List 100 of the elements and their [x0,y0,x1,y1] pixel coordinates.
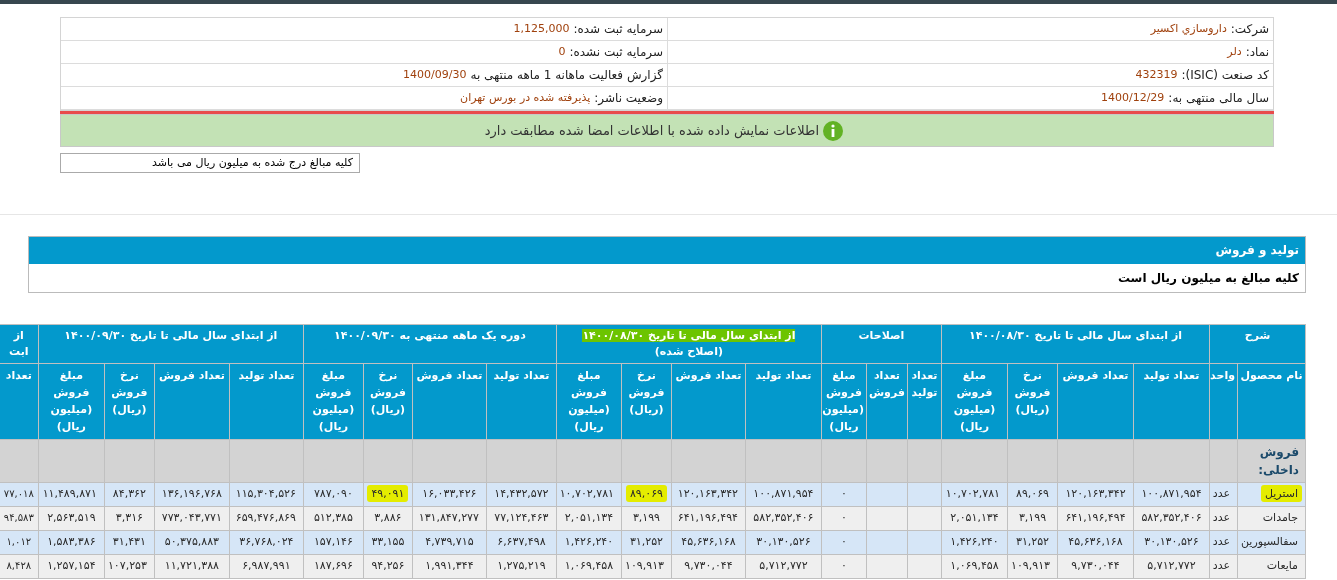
field-value: 1400/09/30 [403,66,467,83]
table-cell-text: ۶۴۱,۱۹۶,۴۹۴ [1064,510,1127,527]
column-header: نرخ فروش (ریال) [1007,363,1058,440]
table-cell-text: ۰ [840,486,848,503]
table-cell: ۷۷,۰۱۸ [3,488,34,500]
table-cell-text: ۱۰,۷۰۲,۷۸۱ [558,486,615,503]
table-cell-text: ۹,۷۳۰,۰۴۴ [1070,558,1121,575]
table-cell-text: عدد [1211,534,1231,551]
field-label: سرمایه ثبت شده: [573,21,663,38]
table-cell-text: ۰ [840,510,848,527]
column-header: نرخ فروش (ریال) [621,363,672,440]
table-cell-text: ۱۱۵,۳۰۴,۵۲۶ [234,486,297,503]
table-cell-text: ۲,۰۵۱,۱۳۴ [949,510,1000,527]
table-cell-text: ۲,۵۶۳,۵۱۹ [46,510,97,527]
table-cell-text: ۸۴,۳۶۲ [111,486,147,503]
table-cell: ۴۹,۰۹۱ [367,485,409,503]
table-cell-text: ۱۰۷,۲۵۳ [106,558,148,575]
field-value: دلر [1227,43,1242,60]
table-cell-text: ۳,۱۹۹ [1017,510,1048,527]
table-cell-text: ۲,۰۵۱,۱۳۴ [563,510,615,527]
table-cell-text: ۵۰,۳۷۵,۸۸۳ [163,534,220,551]
table-cell-text: ۶,۶۳۷,۴۹۸ [496,534,547,551]
table-cell-text: ۳۳,۱۵۵ [370,534,406,551]
group-title: دوره یک ماهه منتهی به ۱۴۰۰/۰۹/۳۰ [334,329,526,342]
field-value: 0 [558,43,566,60]
table-cell-text: ۱,۹۹۱,۳۴۴ [424,558,475,575]
table-cell-text: ۰ [840,558,848,575]
field-value: 1400/12/29 [1100,89,1165,106]
table-cell-text: ۱۰۹,۹۱۳ [624,558,665,575]
column-header: تعداد فروش [866,363,908,440]
table-cell-text: ۳۱,۲۵۲ [1014,534,1050,551]
table-cell-text: ۱۲۰,۱۶۳,۳۴۲ [676,486,739,503]
table-cell-text: ۵۸۲,۳۵۲,۴۰۶ [752,510,815,527]
table-cell: ۸۹,۰۶۹ [625,485,667,503]
field-label: سرمایه ثبت نشده: [569,44,663,61]
column-header: مبلغ فروش (میلیون ریال) [556,363,622,440]
table-cell-text: ۱۰,۷۰۲,۷۸۱ [944,486,1001,503]
table-cell-text: ۱۶,۰۳۳,۴۲۶ [421,486,478,503]
table-cell-text: ۱۱,۴۸۹,۸۷۱ [41,486,98,503]
table-cell-text: ۳۶,۷۶۸,۰۲۴ [238,534,295,551]
table-cell-text: ۱۳۶,۱۹۶,۷۶۸ [160,486,223,503]
group-title: از ابتدای سال مالی تا تاریخ ۱۴۰۰/۰۹/۳۰ [64,329,278,342]
table-cell-text: ۳,۱۹۹ [631,510,661,527]
column-header: تعداد فروش [412,363,487,440]
table-cell-text: ۰ [840,534,848,551]
table-cell-text: ۷۸۷,۰۹۰ [312,486,354,503]
table-cell-text: ۱,۲۷۵,۲۱۹ [496,558,547,575]
column-header: نرخ فروش (ریال) [363,363,413,440]
section-note: کلیه مبالغ به میلیون ریال است [1116,270,1300,288]
product-name: جامدات [1261,510,1299,527]
group-title: از ابتدای سال مالی تا تاریخ ۱۴۰۰/۰۸/۳۰ [968,329,1182,342]
column-header: تعداد [0,363,39,440]
field-label: نماد: [1245,44,1269,61]
group-title: اصلاحات [858,329,905,342]
table-cell-text: عدد [1211,486,1231,503]
column-header: مبلغ فروش (میلیون ریال) [821,363,867,440]
table-cell-text: ۱۰۰,۸۷۱,۹۵۴ [752,486,815,503]
table-cell-text: ۱,۴۲۶,۲۴۰ [563,534,615,551]
table-cell-text: ۵,۷۱۲,۷۷۲ [1146,558,1197,575]
table-cell-text: ۹,۷۳۰,۰۴۴ [683,558,734,575]
table-cell-text: ۱۰۹,۹۱۳ [1010,558,1051,575]
field-label: وضعیت ناشر: [594,90,663,107]
field-label: کد صنعت (ISIC): [1181,67,1269,84]
table-cell-text: ۷۷۳,۰۴۳,۷۷۱ [160,510,223,527]
column-header: تعداد تولید [907,363,942,440]
table-cell-text: ۱,۵۸۳,۳۸۶ [46,534,97,551]
field-value: پذیرفته شده در بورس تهران [460,89,591,106]
table-cell-text: ۱۳۱,۸۴۷,۲۷۷ [417,510,480,527]
table-cell-text: ۹۴,۲۵۶ [370,558,406,575]
field-value: داروسازي اکسير [1150,20,1227,37]
table-cell-text: ۷۷,۱۲۴,۴۶۳ [493,510,550,527]
table-cell-text: ۱۱,۷۲۱,۳۸۸ [163,558,220,575]
table-cell-text: ۵,۷۱۲,۷۷۲ [758,558,809,575]
table-cell-text: ۴۵,۶۳۶,۱۶۸ [1067,534,1124,551]
table-cell-text: ۶۵۹,۴۷۶,۸۶۹ [234,510,297,527]
table-cell-text: ۱۵۷,۱۴۶ [312,534,354,551]
column-header: تعداد تولید [745,363,822,440]
info-icon [823,120,843,141]
table-cell-text: ۴,۷۳۹,۷۱۵ [424,534,475,551]
column-header: مبلغ فروش (میلیون ریال) [38,363,105,440]
column-header: نام محصول [1237,363,1306,440]
table-cell-text: ۶,۹۸۷,۹۹۱ [241,558,292,575]
table-cell-text: ۱۴,۴۳۲,۵۷۲ [493,486,550,503]
column-header: تعداد فروش [671,363,746,440]
column-header: تعداد تولید [229,363,304,440]
table-cell-text: عدد [1211,558,1231,575]
table-cell-text: ۳۰,۱۳۰,۵۲۶ [1143,534,1200,551]
column-header: مبلغ فروش (میلیون ریال) [941,363,1008,440]
field-value: 1,125,000 [513,20,570,37]
table-cell-text: ۳۰,۱۳۰,۵۲۶ [755,534,812,551]
product-name: استریل [1260,485,1302,503]
table-cell-text: ۵۱۲,۳۸۵ [312,510,354,527]
category-label: فروش داخلی: [1237,439,1306,483]
group-header: از ابتدای سال مالی تا تاریخ ۱۴۰۰/۰۸/۳۰ (اصلاح شده) [556,324,822,364]
group-title: شرح [1244,329,1271,342]
table-cell: ۱,۰۱۲ [6,536,32,548]
field-label: گزارش فعالیت ماهانه 1 ماهه منتهی به [470,67,663,84]
table-cell: ۹۴,۵۸۳ [3,512,34,524]
column-header: تعداد تولید [486,363,557,440]
table-cell-text: ۸۹,۰۶۹ [1014,486,1050,503]
